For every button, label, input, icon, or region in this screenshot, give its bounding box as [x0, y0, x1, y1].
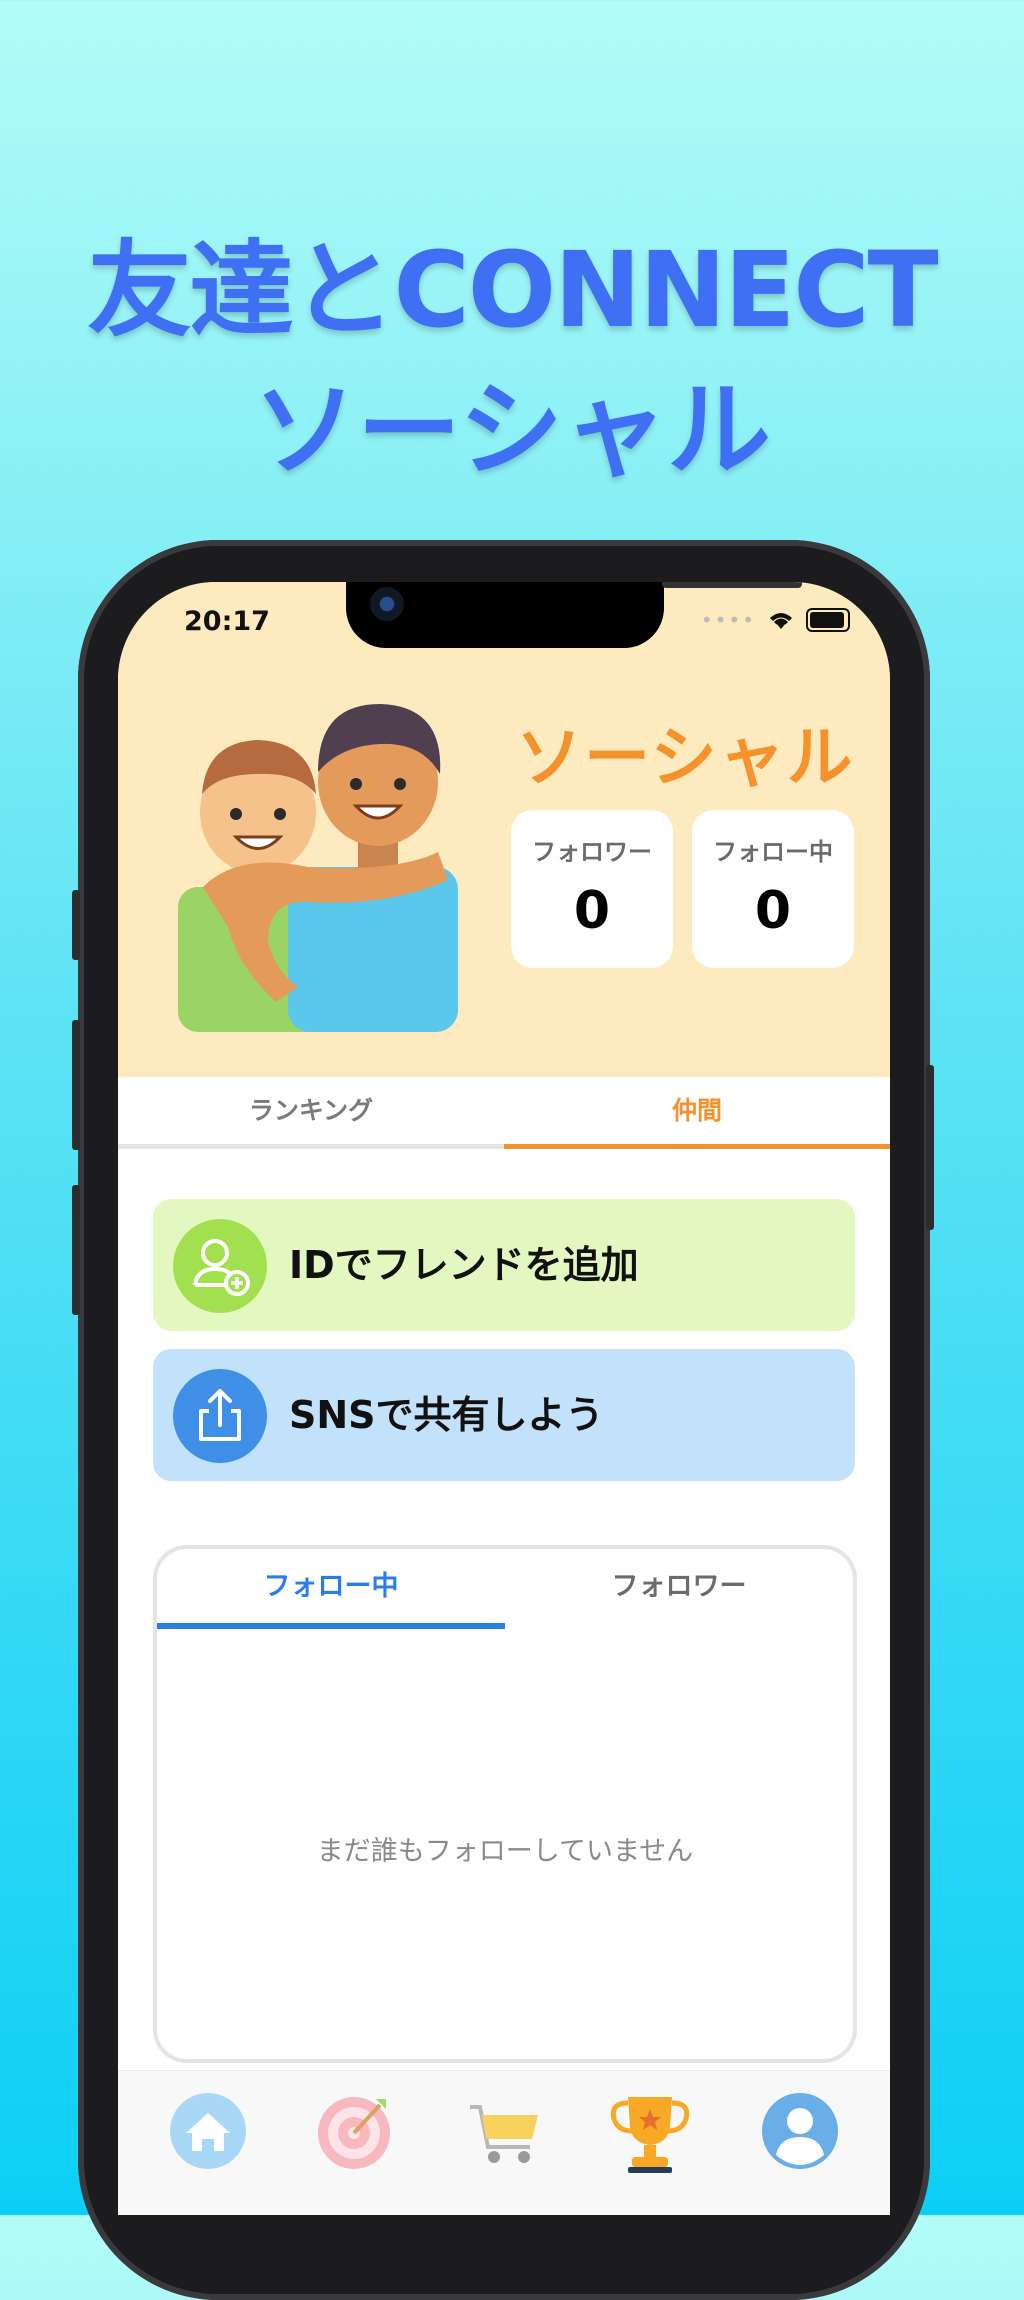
bottom-navigation	[118, 2070, 890, 2215]
social-title: ソーシャル	[516, 719, 855, 796]
tab-following-underline	[157, 1623, 505, 1629]
tab-following-label: フォロー中	[263, 1571, 399, 1602]
wifi-icon	[770, 613, 792, 629]
nav-shop[interactable]	[464, 2091, 544, 2171]
tab-companions-label: 仲間	[671, 1096, 722, 1125]
status-icons: ••••	[701, 608, 850, 632]
phone-power-button	[926, 1065, 934, 1230]
share-label: SNSで共有しよう	[289, 1393, 604, 1437]
app-screen: ソーシャル フォロワー 0 フォロー中 0 20:17 •••• ランキング 仲…	[118, 582, 890, 2215]
follow-list-panel: フォロー中 フォロワー まだ誰もフォローしていません	[153, 1545, 857, 2063]
earpiece	[662, 582, 802, 588]
tab-companions[interactable]: 仲間	[504, 1077, 890, 1149]
nav-ranking[interactable]	[608, 2091, 690, 2173]
add-user-icon	[173, 1219, 267, 1313]
headline-line-1: 友達とCONNECT	[87, 229, 938, 351]
headline-line-2: ソーシャル	[253, 369, 771, 491]
tab-following[interactable]: フォロー中	[157, 1549, 505, 1629]
cart-icon	[470, 2105, 538, 2163]
home-icon	[170, 2093, 246, 2169]
following-card[interactable]: フォロー中 0	[692, 810, 854, 968]
followers-count: 0	[573, 881, 611, 941]
status-time: 20:17	[184, 606, 270, 637]
tab-ranking[interactable]: ランキング	[118, 1077, 504, 1149]
tab-followers-label: フォロワー	[611, 1571, 747, 1602]
tab-ranking-underline	[118, 1144, 504, 1149]
followers-card[interactable]: フォロワー 0	[511, 810, 673, 968]
social-header: ソーシャル フォロワー 0 フォロー中 0	[118, 582, 890, 1077]
tab-ranking-label: ランキング	[248, 1096, 374, 1125]
add-friend-by-id-button[interactable]: IDでフレンドを追加	[153, 1199, 855, 1331]
add-friend-label: IDでフレンドを追加	[289, 1243, 639, 1287]
phone-volume-up	[72, 1020, 80, 1150]
battery-icon	[806, 608, 850, 632]
following-label: フォロー中	[713, 838, 833, 866]
followers-label: フォロワー	[532, 838, 652, 866]
share-icon	[173, 1369, 267, 1463]
nav-goals[interactable]	[314, 2091, 394, 2171]
target-icon	[318, 2097, 390, 2169]
profile-icon	[762, 2093, 838, 2169]
nav-profile[interactable]	[760, 2091, 840, 2171]
nav-home[interactable]	[168, 2091, 248, 2171]
trophy-icon	[610, 2097, 690, 2173]
tab-companions-underline	[504, 1144, 890, 1149]
empty-state-message: まだ誰もフォローしていません	[316, 1836, 694, 1867]
phone-volume-down	[72, 1185, 80, 1315]
friends-illustration	[178, 704, 458, 1032]
following-count: 0	[754, 881, 792, 941]
camera	[370, 587, 404, 621]
top-tabs: ランキング 仲間	[118, 1077, 890, 1149]
tab-followers[interactable]: フォロワー	[505, 1549, 853, 1629]
phone-mute-switch	[72, 890, 80, 960]
signal-dots-icon: ••••	[700, 608, 756, 632]
share-sns-button[interactable]: SNSで共有しよう	[153, 1349, 855, 1481]
